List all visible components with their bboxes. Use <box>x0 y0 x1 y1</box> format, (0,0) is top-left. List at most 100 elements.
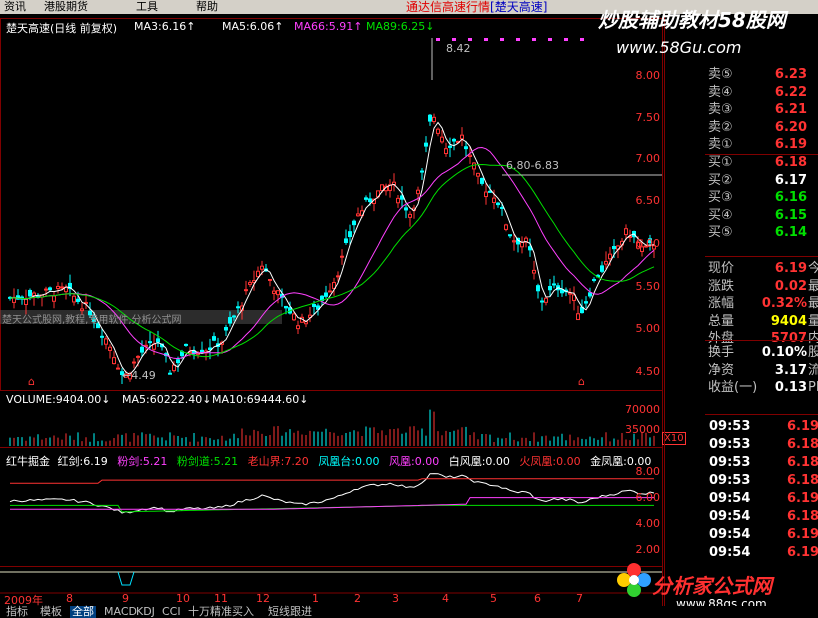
order-book-row[interactable]: 卖⑤ 6.23 <box>665 66 818 83</box>
candle-body <box>112 357 116 365</box>
flower-logo-icon <box>616 562 652 598</box>
quote-stat-row: 总量 9404 量 <box>665 313 818 330</box>
candle-body <box>600 265 604 272</box>
menu-item-tools[interactable]: 工具 <box>136 0 158 14</box>
order-book-label: 卖③ <box>708 102 733 118</box>
x-label: 1 <box>312 592 319 605</box>
tab-short-follow[interactable]: 短线跟进 <box>266 606 314 618</box>
candle-body <box>344 238 348 243</box>
menu-item-news[interactable]: 资讯 <box>4 0 26 14</box>
order-book-row[interactable]: 买③ 6.16 <box>665 189 818 206</box>
menu-item-help[interactable]: 帮助 <box>196 0 218 14</box>
tick-row: 09:53 6.18 <box>665 436 818 454</box>
ma66-line <box>9 146 655 360</box>
candle-body <box>444 148 448 155</box>
order-book-label: 卖④ <box>708 84 733 100</box>
order-book-price: 6.20 <box>774 119 807 135</box>
candle-body <box>464 146 468 150</box>
candle-body <box>176 359 180 364</box>
order-book-row[interactable]: 卖① 6.19 <box>665 136 818 153</box>
order-book-price: 6.16 <box>774 190 807 206</box>
candle-body <box>432 116 436 123</box>
candle-body <box>604 260 608 265</box>
order-book-row[interactable]: 买④ 6.15 <box>665 207 818 224</box>
tab-precise-buy[interactable]: 十万精准买入 <box>186 606 256 618</box>
candle-body <box>328 290 332 293</box>
quote-divider <box>705 256 818 257</box>
x-label: 4 <box>442 592 449 605</box>
tick-row: 09:53 6.19 <box>665 418 818 436</box>
tab-indicator[interactable]: 指标 <box>4 606 30 618</box>
watermark-top: 炒股辅助教材58股网 <box>598 8 786 32</box>
menu-item-hk-futures[interactable]: 港股期货 <box>44 0 88 14</box>
candle-body <box>148 341 152 344</box>
quote-stat-value: 0.10% <box>761 345 807 360</box>
low-price-label: ←4.49 <box>122 369 156 382</box>
candle-body <box>140 346 144 353</box>
signal-dot <box>452 38 456 41</box>
candle-body <box>60 286 64 289</box>
quote-stat-label: 换手 <box>708 345 735 360</box>
quote-stat-value: 3.17 <box>774 362 807 378</box>
signal-trough <box>117 571 135 586</box>
candle-body <box>416 189 420 195</box>
order-book-row[interactable]: 买① 6.18 <box>665 154 818 171</box>
signal-dot <box>564 38 568 41</box>
tab-kdj[interactable]: KDJ <box>134 606 157 618</box>
candle-body <box>396 197 400 204</box>
tick-price: 6.19 <box>787 419 818 434</box>
candle-body <box>624 228 628 236</box>
candle-body <box>544 297 548 303</box>
x-label: 11 <box>214 592 228 605</box>
x-label: 12 <box>256 592 270 605</box>
candle-body <box>352 220 356 226</box>
order-book-price: 6.22 <box>774 84 807 100</box>
candle-body <box>48 287 52 291</box>
tick-row: 09:54 6.18 <box>665 508 818 526</box>
x-label: 7 <box>576 592 583 605</box>
candle-body <box>588 292 592 297</box>
tick-row: 09:53 6.18 <box>665 472 818 490</box>
order-book-row[interactable]: 买⑤ 6.14 <box>665 224 818 241</box>
top-signal-dots <box>436 38 584 41</box>
quote-stat-extra: 最 <box>808 278 818 294</box>
order-book-divider <box>705 154 818 155</box>
quote-stat-value: 0.02 <box>774 278 807 294</box>
candle-body <box>368 198 372 203</box>
candle-body <box>348 231 352 238</box>
ind-label: 红剑:6.19 <box>57 455 108 468</box>
ind-label: 老山界:7.20 <box>247 455 309 468</box>
candle-body <box>292 313 296 321</box>
ind-tick: 2.00 <box>635 543 661 556</box>
signal-dot <box>500 38 504 41</box>
order-book-label: 卖① <box>708 137 733 153</box>
order-book-label: 卖② <box>708 119 733 135</box>
candle-body <box>276 290 280 296</box>
quote-panel: 卖⑤ 6.23 卖④ 6.22 卖③ 6.21 卖② 6.20 卖① 6.19 买① 6.18 买② 6.… <box>664 14 818 606</box>
price-tick: 6.00 <box>635 237 661 250</box>
candle-body <box>608 253 612 260</box>
order-book-row[interactable]: 卖③ 6.21 <box>665 101 818 118</box>
kline-chart-area[interactable]: 楚天高速(日线 前复权) MA3:6.16↑ MA5:6.06↑ MA66:5.… <box>0 14 686 607</box>
watermark-top-url: www.58Gu.com <box>616 38 742 57</box>
price-tick: 8.00 <box>635 69 661 82</box>
tab-template[interactable]: 模板 <box>38 606 64 618</box>
order-book-label: 买② <box>708 172 733 188</box>
candle-body <box>380 184 384 192</box>
tab-all[interactable]: 全部 <box>70 606 96 618</box>
ma89-line <box>9 163 655 358</box>
order-book-label: 卖⑤ <box>708 67 733 82</box>
tick-time: 09:54 <box>709 545 751 560</box>
quote-stat-label: 收益(一) <box>708 380 758 395</box>
order-book-row[interactable]: 卖④ 6.22 <box>665 84 818 101</box>
candle-body <box>100 335 104 338</box>
order-book-price: 6.21 <box>774 102 807 118</box>
candle-body <box>228 317 232 324</box>
ind-tick: 6.00 <box>635 491 661 504</box>
order-book-row[interactable]: 买② 6.17 <box>665 172 818 189</box>
ma3-label: MA3:6.16↑ <box>134 20 196 33</box>
tick-time: 09:53 <box>709 455 751 470</box>
tab-cci[interactable]: CCI <box>160 606 183 618</box>
order-book-row[interactable]: 卖② 6.20 <box>665 119 818 136</box>
ind-label: 凤凰台:0.00 <box>318 455 380 468</box>
